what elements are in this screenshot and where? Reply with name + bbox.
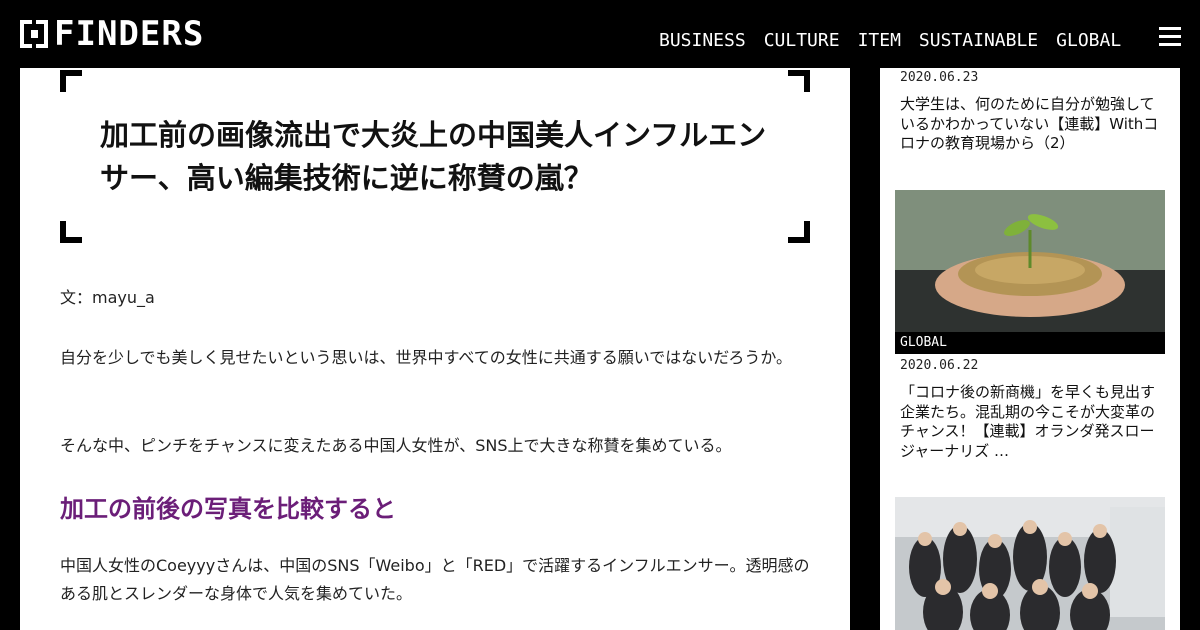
related-sidebar: 2020.06.23 大学生は、何のために自分が勉強しているかわかっていない【連… xyxy=(880,68,1180,630)
article-byline: 文：mayu_a xyxy=(60,288,155,307)
main-nav: BUSINESS CULTURE ITEM SUSTAINABLE GLOBAL xyxy=(659,30,1139,52)
logo-text: FINDERS xyxy=(54,14,205,54)
site-header: FINDERS BUSINESS CULTURE ITEM SUSTAINABL… xyxy=(0,0,1200,68)
corner-bracket-icon xyxy=(788,70,810,92)
article-paragraph: 自分を少しでも美しく見せたいという思いは、世界中すべての女性に共通する願いではな… xyxy=(60,348,793,367)
category-badge[interactable]: GLOBAL xyxy=(895,332,1165,354)
logo-bracket-icon xyxy=(20,20,48,48)
sidebar-thumbnail-coins-plant[interactable] xyxy=(895,190,1165,332)
sidebar-thumbnail-group-photo[interactable] xyxy=(895,497,1165,630)
sidebar-item-date: 2020.06.22 xyxy=(900,358,979,373)
nav-business[interactable]: BUSINESS xyxy=(659,30,746,52)
corner-bracket-icon xyxy=(60,70,82,92)
sidebar-item-date: 2020.06.23 xyxy=(900,70,979,85)
article-paragraph: 中国人女性のCoeyyyさんは、中国のSNS「Weibo」と「RED」で活躍する… xyxy=(60,556,810,603)
nav-item[interactable]: ITEM xyxy=(858,30,901,52)
section-heading: 加工の前後の写真を比較すると xyxy=(60,495,396,523)
sidebar-item-title[interactable]: 「コロナ後の新商機」を早くも見出す企業たち。混乱期の今こそが大変革のチャンス！【… xyxy=(900,383,1164,461)
article-title-frame: 加工前の画像流出で大炎上の中国美人インフルエンサー、高い編集技術に逆に称賛の嵐？ xyxy=(60,70,810,243)
group-photo-image xyxy=(895,497,1165,630)
nav-sustainable[interactable]: SUSTAINABLE xyxy=(919,30,1038,52)
corner-bracket-icon xyxy=(60,221,82,243)
sidebar-item-title[interactable]: 大学生は、何のために自分が勉強しているかわかっていない【連載】Withコロナの教… xyxy=(900,95,1164,154)
article-main: 加工前の画像流出で大炎上の中国美人インフルエンサー、高い編集技術に逆に称賛の嵐？… xyxy=(20,68,850,630)
article-title: 加工前の画像流出で大炎上の中国美人インフルエンサー、高い編集技術に逆に称賛の嵐？ xyxy=(100,118,767,195)
nav-global[interactable]: GLOBAL xyxy=(1056,30,1121,52)
nav-culture[interactable]: CULTURE xyxy=(764,30,840,52)
coins-in-hands-image xyxy=(895,190,1165,332)
article-paragraph: そんな中、ピンチをチャンスに変えたある中国人女性が、SNS上で大きな称賛を集めて… xyxy=(60,436,732,455)
corner-bracket-icon xyxy=(788,221,810,243)
hamburger-menu-icon[interactable] xyxy=(1159,27,1181,47)
site-logo[interactable]: FINDERS xyxy=(20,14,205,54)
